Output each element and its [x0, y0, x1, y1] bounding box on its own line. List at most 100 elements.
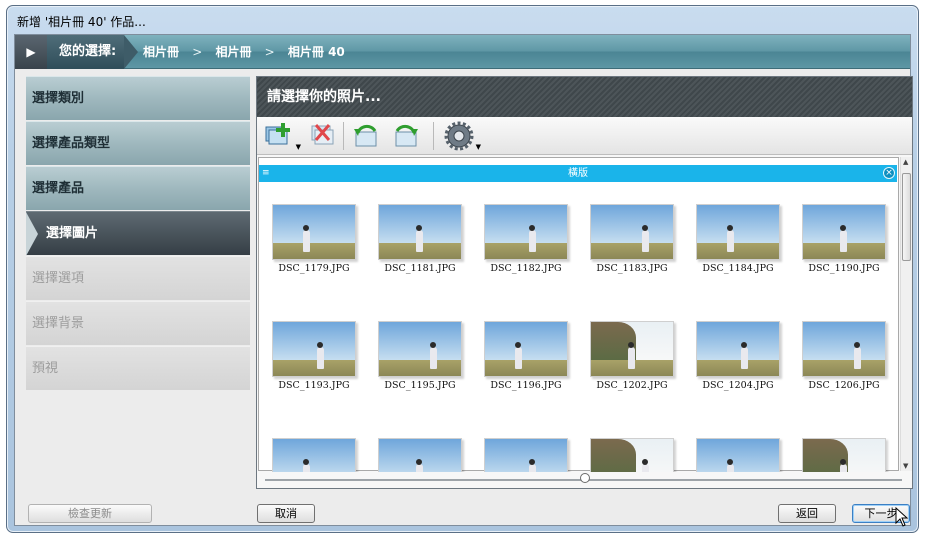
photo-filename: DSC_1182.JPG [490, 263, 562, 274]
photo-thumbnail[interactable]: DSC_1179.JPG [264, 204, 364, 274]
photo-filename: DSC_1196.JPG [490, 380, 562, 391]
photo-image [802, 204, 886, 260]
group-close-button[interactable]: × [883, 167, 895, 179]
breadcrumb-separator: > [192, 45, 203, 59]
nav-step-category[interactable]: 選擇類別 [26, 76, 250, 120]
photo-thumbnail[interactable]: DSC_1182.JPG [476, 204, 576, 274]
photo-thumbnail[interactable]: DSC_1190.JPG [794, 204, 894, 274]
scroll-up-arrow-icon[interactable]: ▲ [903, 158, 908, 166]
remove-photo-icon [311, 124, 334, 145]
nav-step-pictures[interactable]: 選擇圖片 [26, 211, 250, 256]
photo-image [484, 321, 568, 377]
photo-toolbar: ▼ ▼ [257, 117, 912, 155]
photo-thumbnail[interactable] [264, 438, 364, 472]
nav-step-options: 選擇選項 [26, 256, 250, 300]
photo-gallery[interactable]: ≡ 橫版 × DSC_1179.JPG DSC_1181.JPG DSC_1182.… [258, 157, 899, 472]
gallery-scrollbar[interactable]: ▲ ▼ [900, 157, 912, 471]
chevron-down-icon: ▼ [475, 143, 481, 151]
window-title: 新增 '相片冊 40' 作品... [17, 15, 146, 29]
photo-image [484, 204, 568, 260]
back-button[interactable]: 返回 [778, 504, 836, 523]
photo-image [590, 438, 674, 472]
photo-filename: DSC_1184.JPG [702, 263, 774, 274]
photo-thumbnail[interactable]: DSC_1202.JPG [582, 321, 682, 391]
photo-thumbnail[interactable]: DSC_1193.JPG [264, 321, 364, 391]
photo-image [272, 438, 356, 472]
photo-thumbnail[interactable] [582, 438, 682, 472]
wizard-step-nav: 選擇類別 選擇產品類型 選擇產品 選擇圖片 選擇選項 選擇背景 預視 [26, 76, 250, 391]
photo-filename: DSC_1179.JPG [278, 263, 350, 274]
photo-thumbnail[interactable] [476, 438, 576, 472]
photo-filename: DSC_1202.JPG [596, 380, 668, 391]
app-window: 新增 '相片冊 40' 作品... ▶ 您的選擇: 相片冊 > 相片冊 > 相片… [6, 5, 919, 533]
photo-thumbnail[interactable]: DSC_1206.JPG [794, 321, 894, 391]
chevron-down-icon: ▼ [295, 143, 301, 151]
nav-step-product[interactable]: 選擇產品 [26, 166, 250, 210]
add-photos-button[interactable]: ▼ [263, 120, 301, 152]
photo-filename: DSC_1206.JPG [808, 380, 880, 391]
panel-title: 請選擇你的照片... [257, 77, 912, 117]
photo-image [378, 204, 462, 260]
breadcrumb-item-current[interactable]: 相片冊 40 [288, 45, 345, 59]
photo-image [272, 321, 356, 377]
photo-selection-panel: 請選擇你的照片... ▼ ▼ ≡ 橫版 × DSC_1179.JPG DSC_1… [256, 76, 913, 489]
remove-photo-button[interactable] [305, 120, 339, 152]
breadcrumb: ▶ 您的選擇: 相片冊 > 相片冊 > 相片冊 40 [15, 35, 910, 69]
photo-thumbnail[interactable] [370, 438, 470, 472]
photo-filename: DSC_1193.JPG [278, 380, 350, 391]
title-bar: 新增 '相片冊 40' 作品... [7, 6, 918, 32]
photo-image [696, 438, 780, 472]
breadcrumb-item[interactable]: 相片冊 [143, 45, 179, 59]
wizard-client-area: ▶ 您的選擇: 相片冊 > 相片冊 > 相片冊 40 選擇類別 選擇產品類型 選… [14, 34, 913, 526]
photo-image [802, 321, 886, 377]
breadcrumb-separator: > [264, 45, 275, 59]
photo-thumbnail[interactable] [688, 438, 788, 472]
cancel-button[interactable]: 取消 [257, 504, 315, 523]
scrollbar-thumb[interactable] [902, 173, 911, 261]
photo-filename: DSC_1181.JPG [384, 263, 456, 274]
photo-image [484, 438, 568, 472]
photo-image [696, 204, 780, 260]
photo-grid: DSC_1179.JPG DSC_1181.JPG DSC_1182.JPG DSC_… [259, 204, 897, 472]
rotate-right-button[interactable] [389, 120, 423, 152]
breadcrumb-label: 您的選擇: [47, 35, 139, 69]
photo-thumbnail[interactable]: DSC_1184.JPG [688, 204, 788, 274]
collapse-icon[interactable]: ≡ [262, 165, 270, 182]
photo-thumbnail[interactable]: DSC_1204.JPG [688, 321, 788, 391]
photo-image [272, 204, 356, 260]
photo-image [590, 321, 674, 377]
photo-image [378, 321, 462, 377]
photo-filename: DSC_1190.JPG [808, 263, 880, 274]
breadcrumb-item[interactable]: 相片冊 [215, 45, 251, 59]
add-photos-icon [265, 123, 290, 145]
nav-step-background: 選擇背景 [26, 301, 250, 345]
settings-gear-icon [444, 121, 474, 151]
rotate-right-icon [395, 124, 418, 147]
nav-step-preview: 預視 [26, 346, 250, 390]
group-title: 橫版 [568, 168, 588, 179]
photo-thumbnail[interactable]: DSC_1196.JPG [476, 321, 576, 391]
photo-image [378, 438, 462, 472]
nav-step-product-type[interactable]: 選擇產品類型 [26, 121, 250, 165]
settings-button[interactable]: ▼ [443, 120, 481, 152]
photo-image [696, 321, 780, 377]
photo-filename: DSC_1183.JPG [596, 263, 668, 274]
toolbar-separator [433, 122, 434, 150]
scroll-down-arrow-icon[interactable]: ▼ [903, 462, 908, 470]
check-update-button[interactable]: 檢查更新 [28, 504, 152, 523]
photo-thumbnail[interactable]: DSC_1181.JPG [370, 204, 470, 274]
group-header-landscape[interactable]: ≡ 橫版 × [259, 165, 897, 182]
rotate-left-button[interactable] [349, 120, 383, 152]
breadcrumb-trail: 相片冊 > 相片冊 > 相片冊 40 [143, 35, 354, 69]
photo-thumbnail[interactable]: DSC_1195.JPG [370, 321, 470, 391]
thumbnail-size-slider-knob[interactable] [580, 473, 590, 483]
toolbar-separator [343, 122, 344, 150]
rotate-left-icon [354, 124, 377, 147]
mouse-pointer-icon [895, 507, 909, 527]
breadcrumb-expand-button[interactable]: ▶ [15, 35, 47, 69]
photo-image [590, 204, 674, 260]
photo-filename: DSC_1195.JPG [384, 380, 456, 391]
photo-thumbnail[interactable]: DSC_1183.JPG [582, 204, 682, 274]
photo-thumbnail[interactable] [794, 438, 894, 472]
photo-filename: DSC_1204.JPG [702, 380, 774, 391]
